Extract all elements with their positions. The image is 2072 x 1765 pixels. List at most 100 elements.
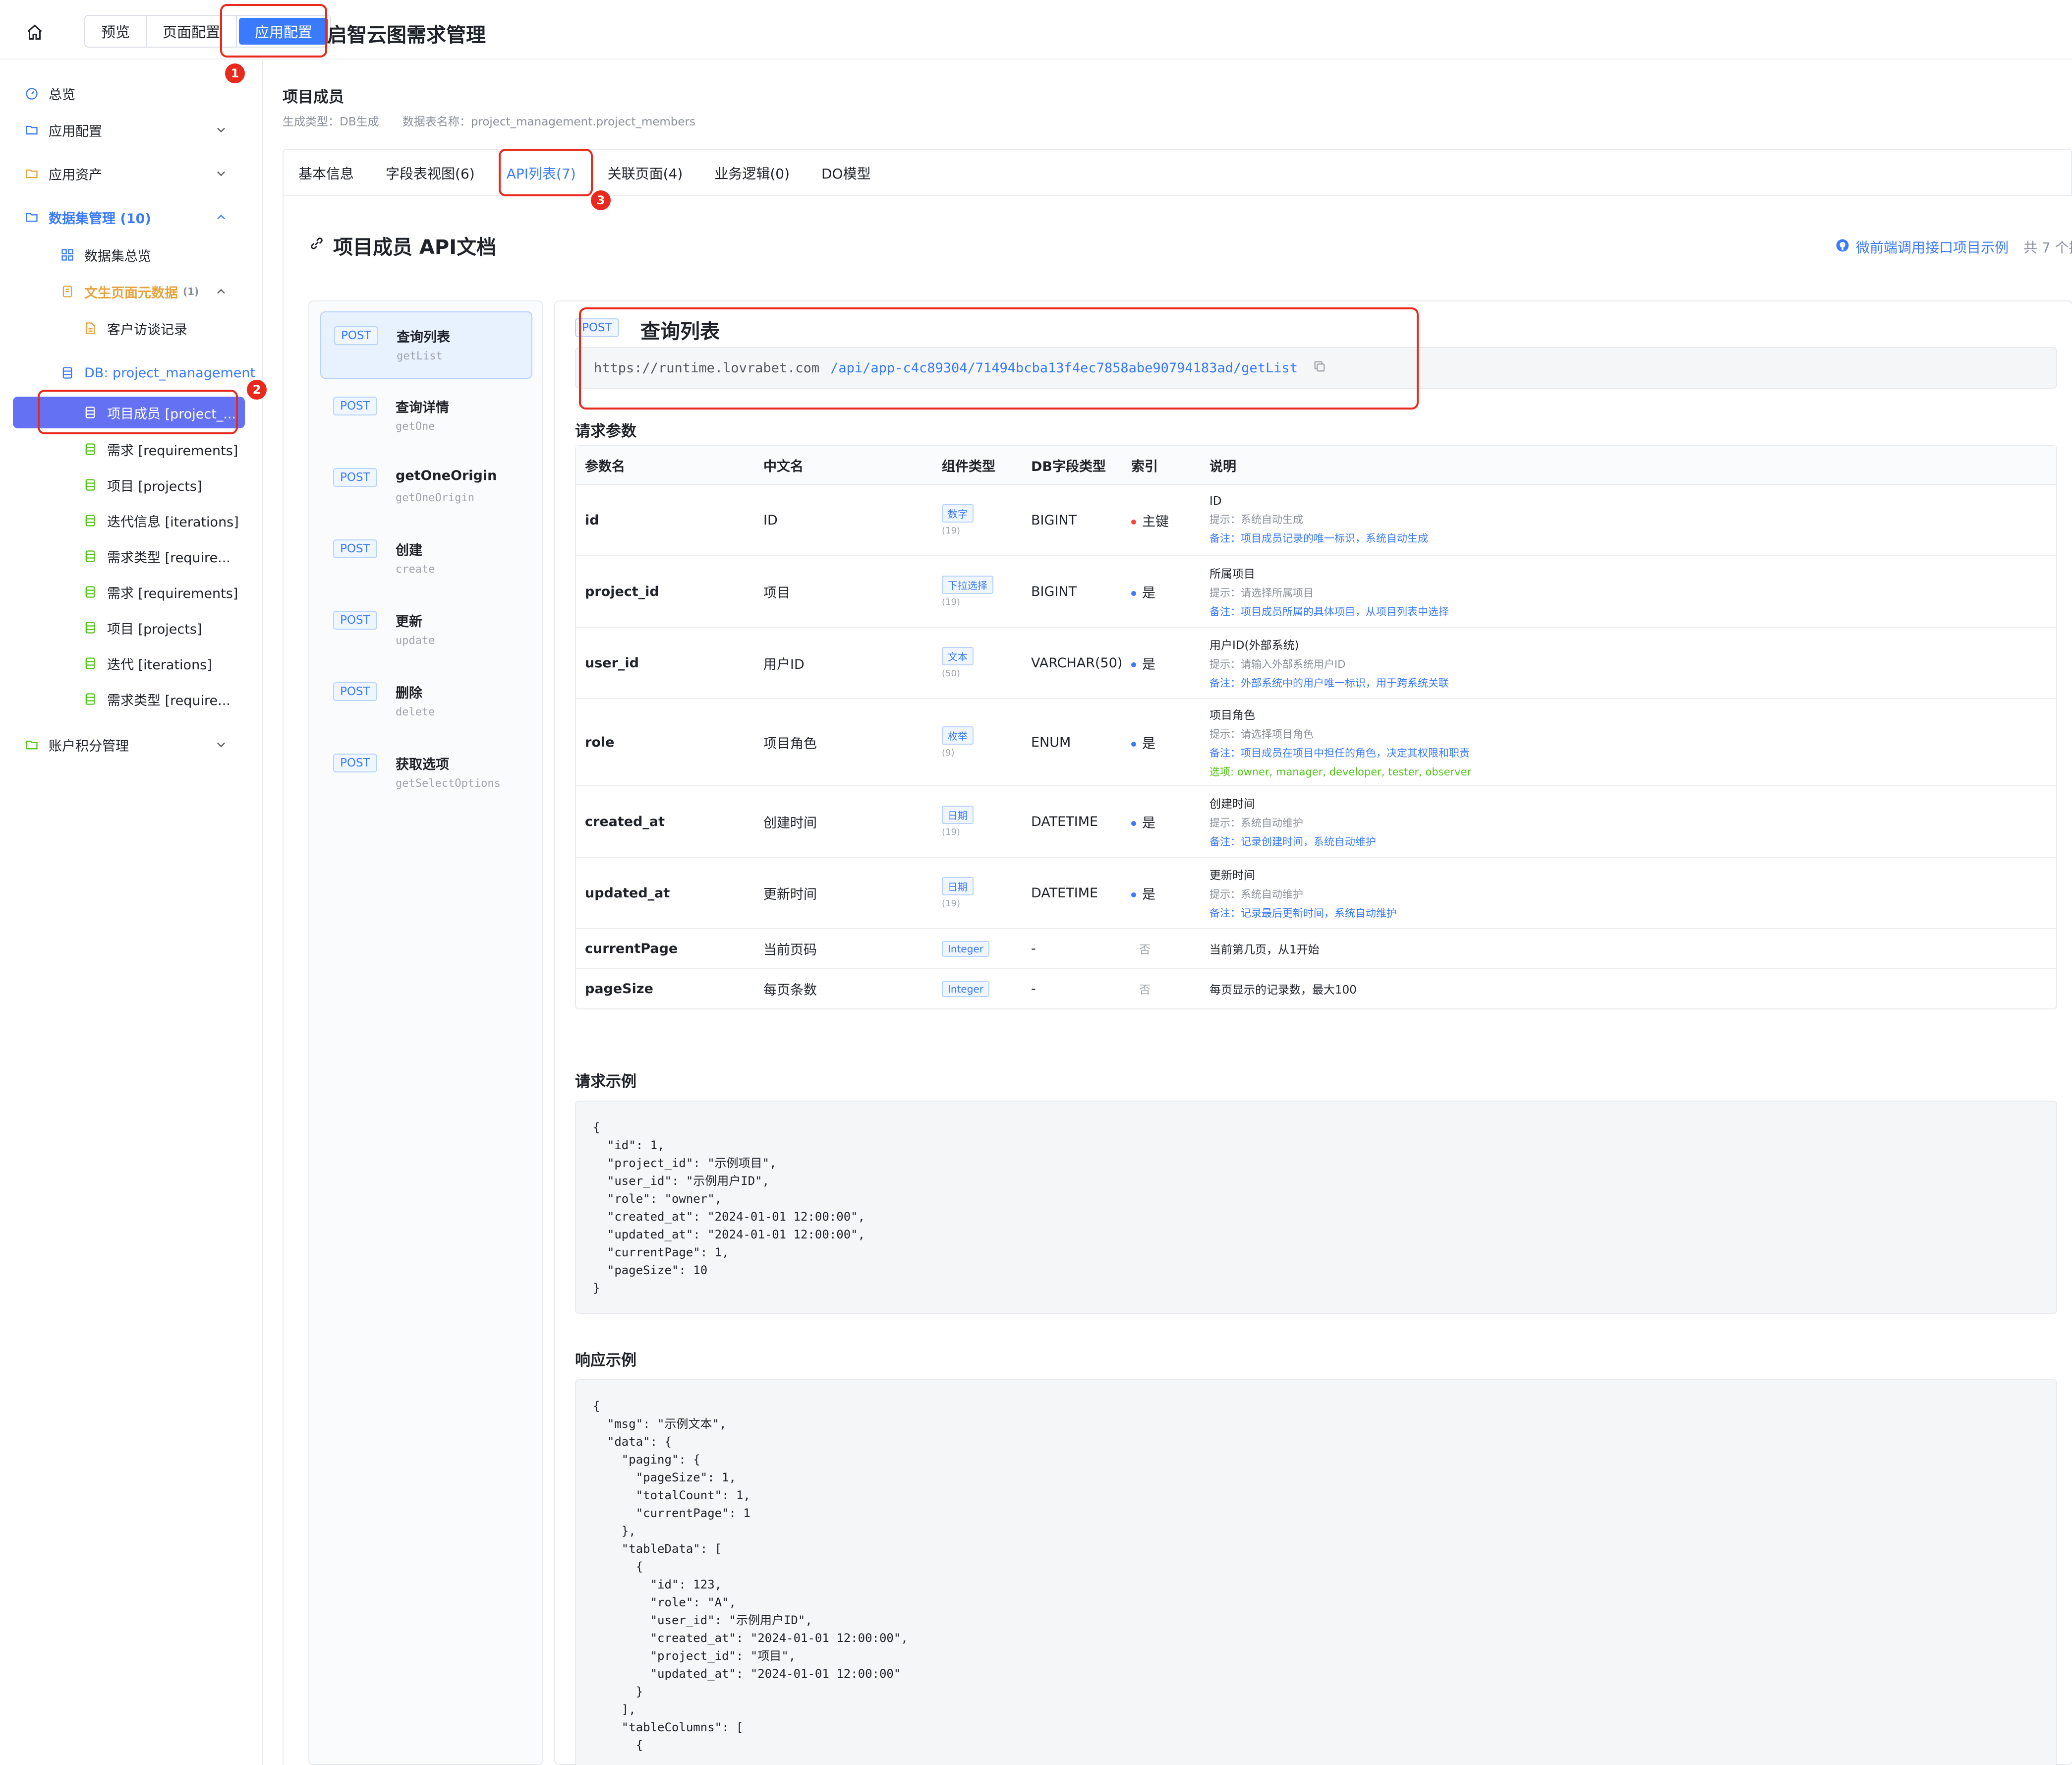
sidebar-item-label: 数据集管理 (10)	[49, 211, 151, 227]
sidebar-item-customer-interview[interactable]: 客户访谈记录	[0, 312, 263, 344]
param-desc: 每页显示的记录数，最大100	[1209, 984, 1357, 997]
param-db-type: DATETIME	[1031, 885, 1098, 901]
param-comp: 下拉选择 (19)	[942, 576, 993, 607]
param-name: pageSize	[585, 981, 653, 997]
endpoint-item[interactable]: POST 获取选项 getSelectOptions	[320, 740, 532, 807]
home-icon[interactable]	[20, 20, 50, 45]
param-comp: Integer	[942, 981, 989, 997]
tab-basic-info[interactable]: 基本信息	[298, 150, 354, 196]
desc-main: ID	[1209, 495, 1222, 508]
endpoint-item[interactable]: POST 查询列表 getList	[320, 311, 532, 379]
sidebar-item-text-page-meta[interactable]: 文生页面元数据 (1)	[0, 276, 263, 307]
desc-main: 更新时间	[1209, 869, 1255, 882]
sidebar-item-label: 数据集总览	[84, 248, 151, 264]
index-dot	[1131, 520, 1136, 525]
annotation-number: 3	[591, 190, 611, 210]
table-row: project_id 项目 下拉选择 (19) BIGINT 是 所属项目 提示：…	[576, 556, 2056, 628]
tab-preview[interactable]: 预览	[85, 16, 147, 47]
param-db-type: VARCHAR(50)	[1031, 655, 1123, 671]
param-index: 是	[1131, 653, 1155, 673]
sidebar-item-label: 迭代信息 [iterations]	[107, 514, 239, 530]
endpoint-item[interactable]: POST 更新 update	[320, 597, 532, 664]
response-example-title: 响应示例	[575, 1352, 636, 1369]
param-name: id	[585, 512, 599, 528]
sidebar-item-account-points[interactable]: 账户积分管理	[0, 729, 263, 761]
col-header: 组件类型	[942, 459, 995, 474]
endpoint-name: 删除	[396, 686, 422, 701]
param-desc: 更新时间 提示：系统自动维护 备注：记录最后更新时间，系统自动维护	[1209, 866, 1397, 920]
param-desc: 创建时间 提示：系统自动维护 备注：记录创建时间，系统自动维护	[1209, 794, 1376, 849]
param-comp: 数字 (19)	[942, 504, 974, 536]
endpoint-item[interactable]: POST 查询详情 getOne	[320, 383, 532, 450]
endpoint-name: 查询详情	[396, 400, 449, 415]
index-label: 是	[1142, 585, 1155, 601]
sidebar-item-dataset-mgmt[interactable]: 数据集管理 (10)	[0, 201, 263, 233]
sidebar-item-iterations[interactable]: 迭代 [iterations]	[0, 647, 263, 679]
method-badge: POST	[333, 468, 377, 487]
sidebar-item-projects[interactable]: 项目 [projects]	[0, 469, 263, 501]
comp-len: (19)	[942, 526, 960, 536]
tab-do-model[interactable]: DO模型	[821, 150, 871, 196]
param-desc: 用户ID(外部系统) 提示：请输入外部系统用户ID 备注：外部系统中的用户唯一标…	[1209, 636, 1449, 690]
sidebar-item-db-project-management[interactable]: DB: project_management	[0, 357, 263, 389]
index-dot	[1131, 742, 1136, 747]
param-cn: 更新时间	[763, 886, 817, 902]
table-row: updated_at 更新时间 日期 (19) DATETIME 是 更新时间 提…	[576, 858, 2056, 929]
sidebar-item-label: 迭代 [iterations]	[107, 657, 212, 673]
github-icon	[1835, 238, 1850, 256]
params-table: 参数名 中文名 组件类型 DB字段类型 索引 说明 id ID 数字 (19) B…	[575, 445, 2057, 1009]
sidebar-item-requirement-types[interactable]: 需求类型 [require...	[0, 540, 263, 572]
desc-note: 备注：项目成员在项目中担任的角色，决定其权限和职责	[1209, 747, 1470, 759]
table-row: id ID 数字 (19) BIGINT 主键 ID 提示：系统自动生成 备注：项…	[576, 485, 2056, 556]
folder-icon	[24, 737, 40, 753]
request-example-title: 请求示例	[575, 1073, 636, 1091]
sidebar-item-iterations-info[interactable]: 迭代信息 [iterations]	[0, 505, 263, 536]
param-db-type: -	[1031, 981, 1036, 997]
sidebar-item-label: 文生页面元数据	[84, 285, 178, 301]
endpoint-fn: getSelectOptions	[396, 777, 501, 790]
file-icon	[59, 284, 75, 299]
comp-len: (19)	[942, 827, 960, 837]
comp-len: (19)	[942, 597, 960, 607]
param-index: 否	[1139, 943, 1151, 956]
table-icon	[82, 655, 98, 671]
param-name: project_id	[585, 584, 659, 599]
sidebar-item-app-assets[interactable]: 应用资产	[0, 158, 263, 189]
sidebar-item-requirement-types-2[interactable]: 需求类型 [require...	[0, 683, 263, 715]
tab-business-logic[interactable]: 业务逻辑(0)	[714, 150, 790, 196]
comp-tag: 日期	[942, 877, 974, 895]
sidebar-item-label: 需求 [requirements]	[107, 443, 238, 459]
sidebar-item-label: 项目 [projects]	[107, 621, 202, 637]
sidebar-item-requirements-2[interactable]: 需求 [requirements]	[0, 576, 263, 608]
endpoint-item[interactable]: POST 删除 delete	[320, 668, 532, 736]
param-cn: 当前页码	[763, 942, 817, 958]
grid-icon	[59, 247, 75, 263]
sidebar-item-overview[interactable]: 总览	[0, 77, 263, 109]
endpoint-item[interactable]: POST 创建 create	[320, 526, 532, 593]
sidebar-item-requirements[interactable]: 需求 [requirements]	[0, 433, 263, 465]
desc-main: 所属项目	[1209, 568, 1255, 581]
tab-field-view[interactable]: 字段表视图(6)	[386, 150, 475, 196]
sidebar-item-count: (1)	[183, 286, 199, 297]
table-row: created_at 创建时间 日期 (19) DATETIME 是 创建时间 提…	[576, 786, 2056, 858]
sidebar-item-projects-2[interactable]: 项目 [projects]	[0, 612, 263, 644]
desc-hint: 提示：系统自动维护	[1209, 817, 1303, 829]
param-cn: 每页条数	[763, 982, 817, 998]
sidebar-item-app-config[interactable]: 应用配置	[0, 114, 263, 146]
sidebar-item-label: 应用配置	[49, 123, 102, 139]
sidebar: 总览 应用配置 应用资产 数据集管理 (10) 数据集总览 文生页面元数据 (1…	[0, 59, 263, 1765]
param-index: 是	[1131, 812, 1155, 831]
comp-tag: 枚举	[942, 726, 974, 745]
param-index: 是	[1131, 582, 1155, 601]
tab-related-pages[interactable]: 关联页面(4)	[608, 150, 683, 196]
example-project-link[interactable]: 微前端调用接口项目示例	[1835, 237, 2009, 257]
table-row: currentPage 当前页码 Integer - 否 当前第几页，从1开始	[576, 929, 2056, 969]
sidebar-item-label: 总览	[49, 87, 75, 103]
api-doc-panel: 项目成员 API文档 微前端调用接口项目示例 共 7 个接口 POST 查询列表…	[283, 196, 2072, 1765]
page-title: 项目成员	[283, 88, 344, 106]
endpoint-item[interactable]: POST getOneOrigin getOneOrigin	[320, 454, 532, 522]
sidebar-item-dataset-overview[interactable]: 数据集总览	[0, 239, 263, 271]
method-badge: POST	[333, 539, 377, 558]
index-label: 主键	[1142, 514, 1169, 530]
param-comp: 文本 (50)	[942, 647, 974, 679]
